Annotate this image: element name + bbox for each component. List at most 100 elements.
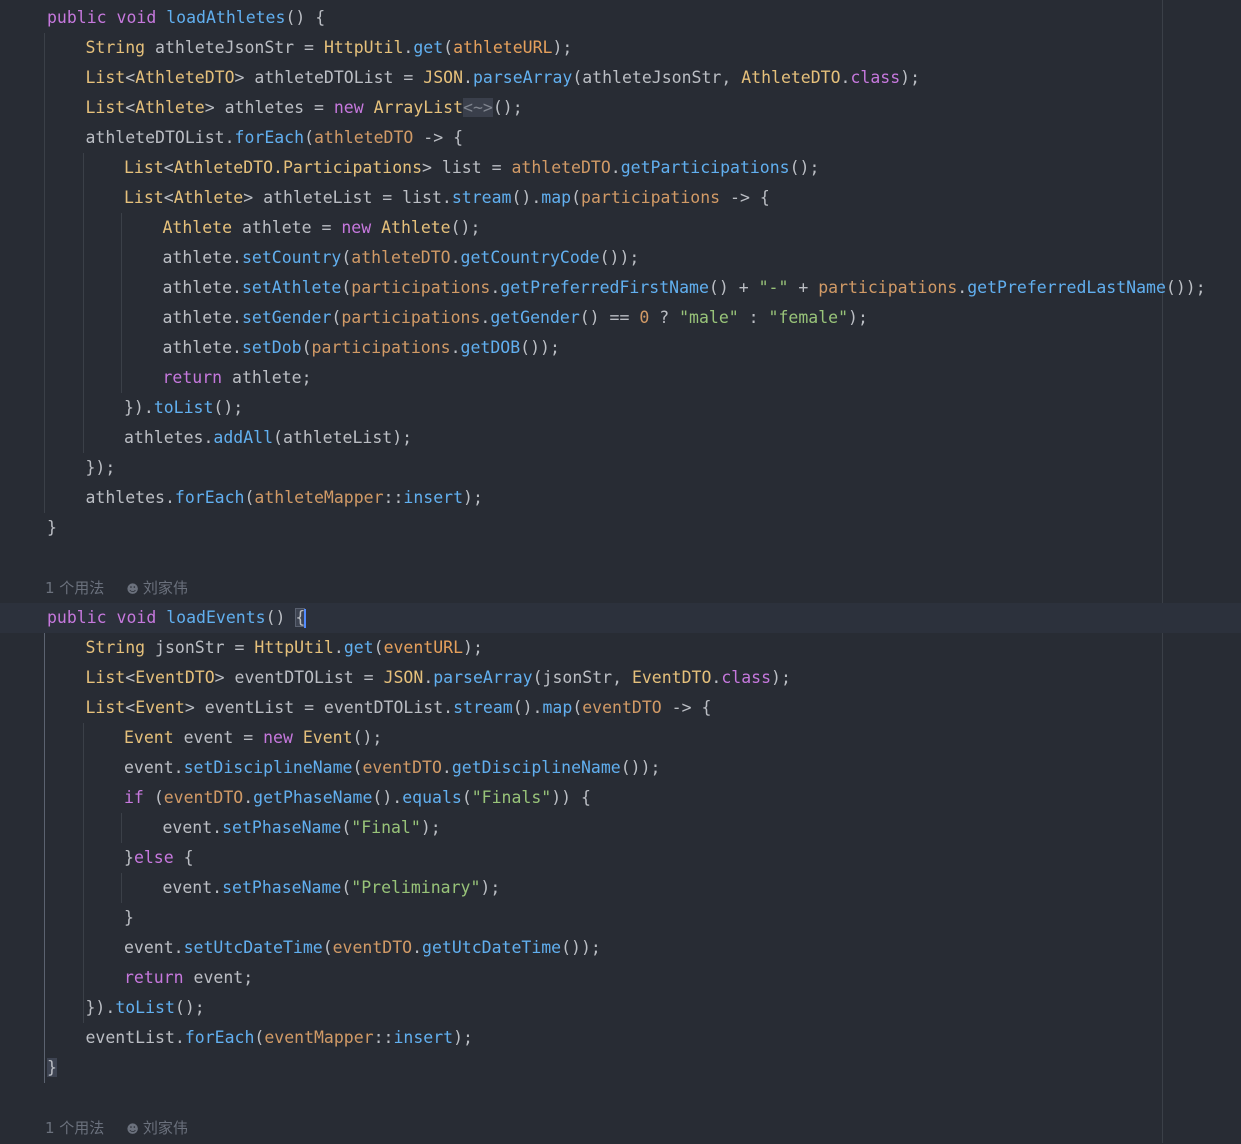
- code-text: .: [450, 338, 461, 357]
- code-text: (: [461, 788, 472, 807]
- code-line[interactable]: eventList.forEach(eventMapper::insert);: [0, 1023, 1241, 1053]
- code-line[interactable]: if (eventDTO.getPhaseName().equals("Fina…: [0, 783, 1241, 813]
- code-line[interactable]: athletes.addAll(athleteList);: [0, 423, 1241, 453]
- code-line[interactable]: List<Athlete> athleteList = list.stream(…: [0, 183, 1241, 213]
- code-line[interactable]: }).toList();: [0, 393, 1241, 423]
- keyword: if: [124, 788, 154, 807]
- method-name: map: [541, 188, 572, 207]
- code-text: event;: [193, 968, 254, 987]
- code-line[interactable]: return athlete;: [0, 363, 1241, 393]
- code-line[interactable]: String athleteJsonStr = HttpUtil.get(ath…: [0, 33, 1241, 63]
- code-text: (: [373, 638, 384, 657]
- code-text: (athleteJsonStr,: [572, 68, 742, 87]
- code-line[interactable]: [0, 1083, 1241, 1113]
- code-text: {: [183, 848, 194, 867]
- code-line[interactable]: event.setDisciplineName(eventDTO.getDisc…: [0, 753, 1241, 783]
- code-line[interactable]: event.setUtcDateTime(eventDTO.getUtcDate…: [0, 933, 1241, 963]
- code-line[interactable]: List<AthleteDTO> athleteDTOList = JSON.p…: [0, 63, 1241, 93]
- code-line[interactable]: event.setPhaseName("Final");: [0, 813, 1241, 843]
- code-line[interactable]: athlete.setGender(participations.getGend…: [0, 303, 1241, 333]
- code-text: ().: [512, 698, 543, 717]
- code-text: :: [738, 308, 769, 327]
- code-text: ();: [174, 998, 205, 1017]
- code-text: );: [463, 488, 483, 507]
- text-cursor: [304, 609, 307, 628]
- code-line[interactable]: Event event = new Event();: [0, 723, 1241, 753]
- parameter: eventDTO: [582, 698, 662, 717]
- type-name: JSON: [423, 68, 464, 87]
- method-name: get: [413, 38, 444, 57]
- code-line[interactable]: });: [0, 453, 1241, 483]
- field-name: eventURL: [383, 638, 464, 657]
- code-lens-hint[interactable]: 1 个用法 ☻ 刘家伟: [0, 573, 1241, 603]
- author-name[interactable]: 刘家伟: [143, 1119, 188, 1137]
- code-text: .: [403, 38, 414, 57]
- method-name: stream: [453, 698, 513, 717]
- type-name: EventDTO: [135, 668, 215, 687]
- method-name: toList: [115, 998, 175, 1017]
- usages-link[interactable]: 1 个用法: [45, 579, 104, 597]
- indent-guide: [121, 873, 122, 903]
- keyword: class: [721, 668, 772, 687]
- code-text: ().: [511, 188, 542, 207]
- number-literal: 0: [639, 308, 650, 327]
- code-line[interactable]: athlete.setCountry(athleteDTO.getCountry…: [0, 243, 1241, 273]
- type-name: Event: [135, 698, 185, 717]
- code-line[interactable]: athletes.forEach(athleteMapper::insert);: [0, 483, 1241, 513]
- code-text: athlete =: [241, 218, 342, 237]
- parameter: participations: [351, 278, 491, 297]
- code-line[interactable]: return event;: [0, 963, 1241, 993]
- code-text: .: [610, 158, 621, 177]
- code-text: > list =: [422, 158, 512, 177]
- code-text: (: [341, 818, 352, 837]
- code-line[interactable]: List<AthleteDTO.Participations> list = a…: [0, 153, 1241, 183]
- author-name[interactable]: 刘家伟: [143, 579, 188, 597]
- type-name: List: [85, 68, 126, 87]
- code-text: athlete.: [162, 278, 242, 297]
- code-text: ();: [789, 158, 820, 177]
- code-line[interactable]: }: [0, 1053, 1241, 1083]
- code-text: (: [572, 698, 583, 717]
- method-name: map: [542, 698, 573, 717]
- type-name: Athlete: [173, 188, 244, 207]
- code-line[interactable]: athleteDTOList.forEach(athleteDTO -> {: [0, 123, 1241, 153]
- user-icon: ☻: [126, 1122, 139, 1136]
- code-line[interactable]: public void loadAthletes() {: [0, 3, 1241, 33]
- code-line[interactable]: }: [0, 513, 1241, 543]
- code-line[interactable]: athlete.setDob(participations.getDOB());: [0, 333, 1241, 363]
- keyword: new: [333, 98, 374, 117]
- keyword: void: [116, 608, 167, 627]
- code-line[interactable]: }).toList();: [0, 993, 1241, 1023]
- code-text: }: [124, 908, 134, 927]
- code-editor[interactable]: public void loadAthletes() {String athle…: [0, 0, 1241, 1143]
- code-line[interactable]: Athlete athlete = new Athlete();: [0, 213, 1241, 243]
- code-text: > eventDTOList =: [214, 668, 384, 687]
- code-line[interactable]: List<EventDTO> eventDTOList = JSON.parse…: [0, 663, 1241, 693]
- indent-guide: [82, 153, 84, 453]
- code-line[interactable]: [0, 543, 1241, 573]
- indent-guide: [121, 213, 122, 393]
- usages-link[interactable]: 1 个用法: [45, 1119, 104, 1137]
- code-line[interactable]: List<Athlete> athletes = new ArrayList<~…: [0, 93, 1241, 123]
- code-text: <: [125, 68, 136, 87]
- code-text: (: [254, 1028, 265, 1047]
- code-text: .: [480, 308, 491, 327]
- code-line[interactable]: public void loadEvents() {: [0, 603, 1241, 633]
- code-line[interactable]: }: [0, 903, 1241, 933]
- indent-guide: [121, 813, 122, 843]
- code-line[interactable]: event.setPhaseName("Preliminary");: [0, 873, 1241, 903]
- code-lens-hint[interactable]: 1 个用法 ☻ 刘家伟: [0, 1113, 1241, 1143]
- code-line[interactable]: List<Event> eventList = eventDTOList.str…: [0, 693, 1241, 723]
- code-line[interactable]: String jsonStr = HttpUtil.get(eventURL);: [0, 633, 1241, 663]
- code-text: )) {: [551, 788, 591, 807]
- code-text: -> {: [720, 188, 770, 207]
- code-text: ();: [450, 218, 481, 237]
- closing-brace: }: [47, 1058, 57, 1077]
- code-text: (: [301, 338, 312, 357]
- code-text: .: [333, 638, 344, 657]
- code-line[interactable]: }else {: [0, 843, 1241, 873]
- method-name: getUtcDateTime: [422, 938, 562, 957]
- code-line[interactable]: athlete.setAthlete(participations.getPre…: [0, 273, 1241, 303]
- code-text: );: [771, 668, 791, 687]
- parameter: athleteDTO: [511, 158, 611, 177]
